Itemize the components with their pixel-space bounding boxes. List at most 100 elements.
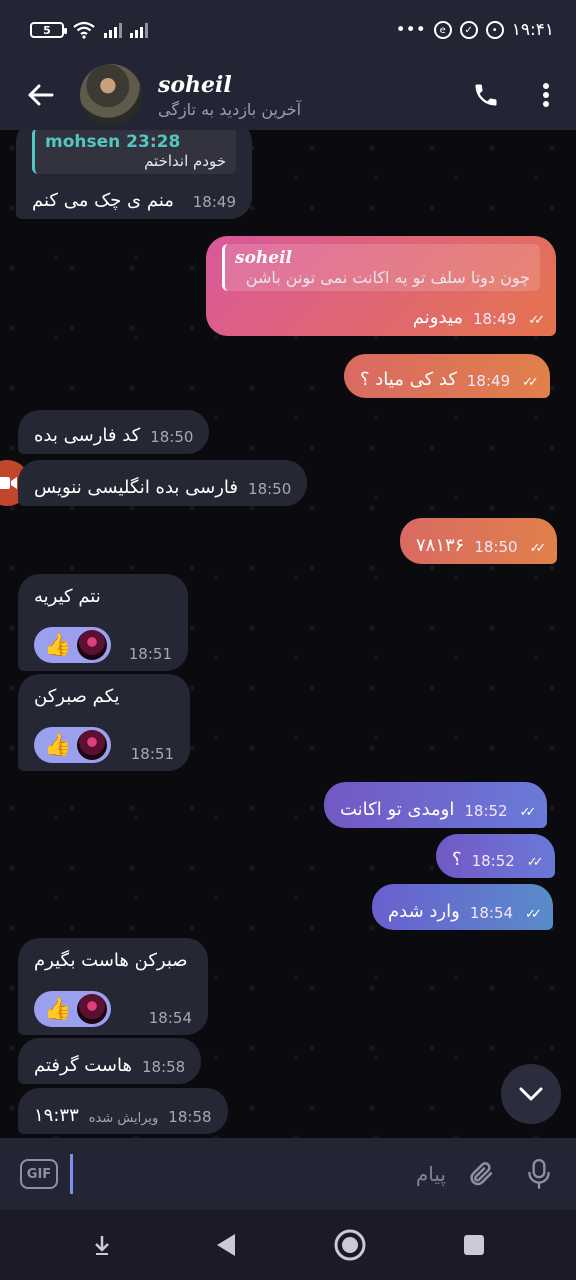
reply-author: mohsen 23:28 [45, 132, 181, 152]
reply-quote[interactable]: mohsen 23:28 خودم انداختم [32, 130, 236, 174]
nav-home-button[interactable] [325, 1220, 375, 1270]
thumbs-up-icon: 👍 [44, 632, 72, 658]
message-bubble[interactable]: ۱۹:۳۳ ویرایش شده 18:58 [18, 1088, 228, 1134]
clock-time: ۱۹:۴۱ [511, 20, 554, 40]
voice-record-button[interactable] [516, 1151, 562, 1197]
message-time: 18:49 [192, 193, 236, 211]
message-text: صبرکن هاست بگیرم [34, 950, 188, 971]
read-ticks-icon: ✓✓ [522, 375, 539, 390]
message-bubble[interactable]: mohsen 23:28 خودم انداختم منم ی چک می کن… [16, 130, 252, 219]
avatar [77, 630, 108, 660]
reply-text: خودم انداختم [144, 152, 226, 170]
message-bubble[interactable]: ؟ 18:52 ✓✓ [436, 834, 555, 878]
message-text: ؟ [452, 849, 462, 870]
home-circle-icon [334, 1229, 366, 1261]
message-text: نتم کیریه [34, 586, 101, 607]
contact-status: آخرین بازدید به تازگی [158, 99, 302, 119]
phone-icon [475, 84, 497, 106]
system-nav-bar [0, 1210, 576, 1280]
nav-down-button[interactable] [77, 1220, 127, 1270]
paperclip-icon [470, 1162, 493, 1186]
message-bubble[interactable]: هاست گرفتم 18:58 [18, 1038, 202, 1084]
message-text: منم ی چک می کنم [32, 190, 174, 211]
more-menu-button[interactable] [516, 60, 576, 130]
message-text: هاست گرفتم [34, 1055, 132, 1076]
message-bubble[interactable]: وارد شدم 18:54 ✓✓ [372, 884, 553, 930]
call-button[interactable] [456, 60, 516, 130]
scroll-to-bottom-button[interactable] [501, 1064, 561, 1124]
edited-label: ویرایش شده [88, 1111, 159, 1126]
reaction-chip[interactable]: 👍 [34, 727, 112, 763]
message-time: 18:50 [150, 428, 194, 446]
wifi-icon [73, 21, 95, 39]
contact-title[interactable]: soheil آخرین بازدید به تازگی [158, 72, 456, 119]
reply-author: soheil [235, 248, 293, 268]
signal-icon [104, 22, 122, 38]
message-bubble[interactable]: اومدی تو اکانت 18:52 ✓✓ [324, 782, 548, 828]
message-text: یکم صبرکن [34, 686, 120, 707]
gif-button[interactable]: GIF [20, 1159, 58, 1189]
message-list[interactable]: mohsen 23:28 خودم انداختم منم ی چک می کن… [0, 130, 576, 1140]
message-bubble[interactable]: کد فارسی بده 18:50 [18, 410, 210, 454]
nav-recents-button[interactable] [449, 1220, 499, 1270]
nav-back-button[interactable] [201, 1220, 251, 1270]
read-ticks-icon: ✓✓ [526, 855, 544, 870]
read-ticks-icon: ✓✓ [529, 541, 547, 556]
read-ticks-icon: ✓✓ [528, 313, 545, 328]
status-bar: 5 ••• e ✓ • ۱۹:۴۱ [0, 0, 576, 60]
chevron-down-icon [519, 1087, 543, 1101]
message-bubble[interactable]: یکم صبرکن 👍 18:51 [18, 674, 190, 771]
battery-icon: 5 [30, 22, 67, 38]
message-text: ۱۹:۳۳ [34, 1105, 79, 1126]
message-time: 18:49 [466, 372, 511, 390]
read-ticks-icon: ✓✓ [525, 907, 542, 922]
chat-header: soheil آخرین بازدید به تازگی [0, 60, 576, 130]
read-ticks-icon: ✓✓ [519, 805, 537, 820]
message-text: کد کی میاد ؟ [360, 369, 457, 390]
reply-quote[interactable]: soheil چون دوتا سلف تو یه اکانت نمی تونن… [222, 244, 540, 291]
avatar [77, 994, 108, 1024]
reaction-chip[interactable]: 👍 [34, 991, 112, 1027]
arrow-left-icon [28, 84, 54, 106]
message-time: 18:51 [128, 645, 172, 663]
message-text: وارد شدم [388, 901, 460, 922]
app-notification-icon: e [433, 21, 452, 39]
message-bubble[interactable]: ۷۸۱۳۶ 18:50 ✓✓ [400, 518, 558, 564]
message-bubble[interactable]: کد کی میاد ؟ 18:49 ✓✓ [344, 354, 550, 398]
contact-avatar[interactable] [80, 64, 142, 126]
message-bubble[interactable]: soheil چون دوتا سلف تو یه اکانت نمی تونن… [206, 236, 556, 336]
message-text: میدونم [412, 307, 463, 328]
message-time: 18:58 [168, 1108, 212, 1126]
chat-bubble-icon: • [485, 21, 504, 39]
message-text: فارسی بده انگلیسی ننویس [34, 477, 239, 498]
microphone-icon [528, 1158, 550, 1190]
message-bubble[interactable]: نتم کیریه 👍 18:51 [18, 574, 188, 671]
thumbs-up-icon: 👍 [44, 732, 72, 758]
message-time: 18:52 [464, 802, 508, 820]
signal-icon-2 [130, 22, 148, 38]
message-time: 18:54 [469, 904, 514, 922]
message-time: 18:50 [474, 538, 518, 556]
message-time: 18:58 [141, 1058, 186, 1076]
message-time: 18:52 [471, 852, 515, 870]
triangle-back-icon [217, 1234, 235, 1256]
message-time: 18:51 [130, 745, 174, 763]
message-time: 18:50 [248, 480, 292, 498]
message-input[interactable] [70, 1154, 446, 1194]
more-vertical-icon [543, 83, 549, 107]
attach-button[interactable] [458, 1151, 504, 1197]
message-bubble[interactable]: فارسی بده انگلیسی ننویس 18:50 [18, 460, 308, 506]
square-recents-icon [464, 1235, 484, 1255]
thumbs-up-icon: 👍 [44, 996, 72, 1022]
avatar [77, 730, 108, 760]
more-notifications-icon: ••• [395, 20, 426, 40]
contact-name: soheil [158, 71, 232, 98]
back-button[interactable] [0, 60, 80, 130]
arrow-down-icon [95, 1236, 109, 1255]
message-text: کد فارسی بده [34, 425, 141, 446]
message-bubble[interactable]: صبرکن هاست بگیرم 👍 18:54 [18, 938, 208, 1035]
message-time: 18:49 [472, 310, 517, 328]
message-text: اومدی تو اکانت [340, 799, 455, 820]
reaction-chip[interactable]: 👍 [34, 627, 112, 663]
message-text: ۷۸۱۳۶ [416, 535, 465, 556]
